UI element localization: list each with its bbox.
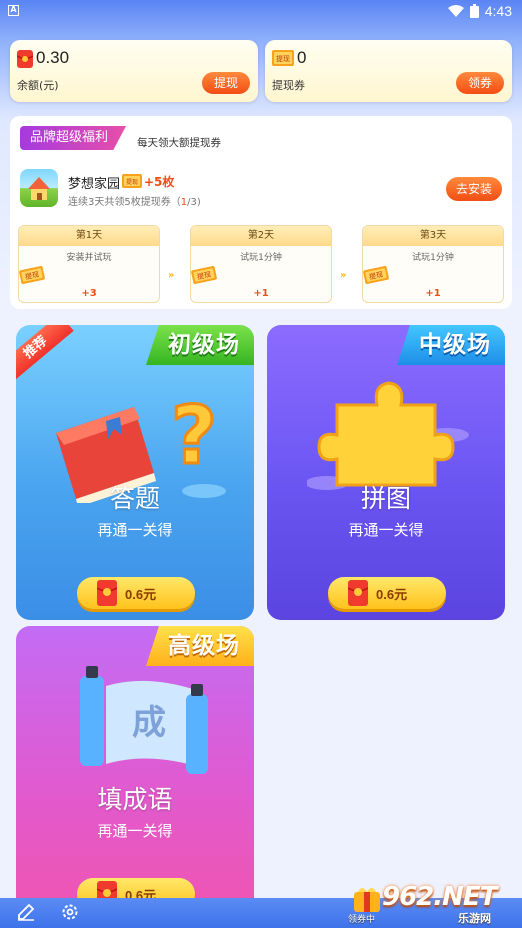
ticket-icon-label: 提现 [126, 178, 138, 186]
watermark-site: 乐游网 [458, 912, 491, 925]
level-tag: 中级场 [397, 325, 505, 365]
gift-box-icon [354, 888, 380, 912]
game-name: 填成语 [97, 785, 173, 814]
withdraw-ticket-icon: 提现 [191, 266, 217, 284]
day-reward: +1 [253, 288, 269, 299]
game-name: 拼图 [360, 484, 411, 513]
arrow-icon: » [340, 270, 347, 281]
level-tag: 初级场 [146, 325, 254, 365]
app-name: 梦想家园 [68, 177, 121, 192]
red-envelope-icon [97, 580, 117, 606]
day-task: 试玩1分钟 [412, 253, 454, 263]
game-card-beginner[interactable]: 推荐 初级场 ? 答题 再通一关得 0.6元 [16, 325, 254, 620]
watermark: 领券中 962.NET 乐游网 [348, 880, 518, 926]
svg-text:?: ? [171, 389, 217, 482]
game-subtitle: 再通一关得 [348, 521, 424, 539]
install-button[interactable]: 去安装 [445, 177, 502, 201]
battery-icon [469, 4, 479, 18]
coupon-label: 提现券 [272, 79, 305, 92]
withdraw-ticket-icon: 提现 [122, 174, 142, 188]
desc-suffix: /3) [187, 197, 201, 208]
day-card: 第2天 试玩1分钟 提现 +1 [190, 225, 332, 303]
watermark-label: 领券中 [348, 915, 376, 925]
desc-prefix: 连续3天共领5枚提现券（ [68, 197, 181, 208]
reward-amount: 0.6元 [376, 587, 408, 602]
app-description: 连续3天共领5枚提现券（1/3) [68, 193, 201, 208]
withdraw-ticket-icon: 提现 [272, 50, 294, 66]
brand-welfare-panel: 品牌超级福利 每天领大额提现券 梦想家园 提现 +5枚 连续3天共领5枚提现券（… [10, 116, 512, 309]
red-envelope-icon [17, 50, 33, 68]
coupon-value: 0 [297, 48, 307, 67]
edit-icon[interactable] [16, 902, 36, 922]
app-icon[interactable] [20, 169, 58, 207]
ticket-icon-label: 提现 [276, 54, 290, 63]
reward-button[interactable]: 0.6元 [77, 577, 195, 609]
reward-amount: 0.6元 [125, 587, 157, 602]
day-title: 第3天 [363, 226, 503, 246]
game-name: 答题 [109, 484, 160, 513]
coupon-card: 提现 0 提现券 领券 [265, 40, 512, 102]
withdraw-ticket-icon: 提现 [363, 266, 389, 284]
game-card-advanced[interactable]: 高级场 成 填成语 再通一关得 0.6元 [16, 626, 254, 916]
day-card: 第3天 试玩1分钟 提现 +1 [362, 225, 504, 303]
day-reward: +1 [425, 288, 441, 299]
game-card-intermediate[interactable]: 中级场 拼图 再通一关得 0.6元 [267, 325, 505, 620]
day-task: 安装并试玩 [66, 253, 112, 263]
day-title: 第1天 [19, 226, 159, 246]
app-indicator-icon: A [8, 5, 19, 16]
get-coupon-button[interactable]: 领券 [455, 72, 504, 94]
withdraw-button[interactable]: 提现 [201, 72, 250, 94]
day-title: 第2天 [191, 226, 331, 246]
arrow-icon: » [168, 270, 175, 281]
welfare-subtitle: 每天领大额提现券 [137, 137, 221, 149]
puzzle-piece-icon [307, 381, 469, 490]
withdraw-ticket-icon: 提现 [19, 266, 45, 284]
reward-button[interactable]: 0.6元 [328, 577, 446, 609]
game-subtitle: 再通一关得 [97, 822, 173, 840]
balance-label: 余额(元) [17, 79, 59, 92]
app-bonus: +5枚 [144, 175, 175, 189]
balance-value: 0.30 [36, 48, 70, 67]
game-subtitle: 再通一关得 [97, 521, 173, 539]
balance-card: 0.30 余额(元) 提现 [10, 40, 258, 102]
wifi-icon [447, 4, 464, 17]
red-envelope-icon [348, 580, 368, 606]
settings-icon[interactable] [60, 902, 80, 922]
day-task: 试玩1分钟 [240, 253, 282, 263]
scroll-character: 成 [132, 703, 166, 743]
status-bar: A 4:43 [0, 0, 522, 24]
watermark-brand: 962.NET [382, 882, 497, 912]
day-card: 第1天 安装并试玩 提现 +3 [18, 225, 160, 303]
day-reward: +3 [81, 288, 97, 299]
welfare-badge: 品牌超级福利 [20, 126, 127, 150]
house-icon [28, 177, 50, 200]
clock: 4:43 [484, 3, 512, 19]
scroll-icon: 成 [80, 666, 208, 774]
